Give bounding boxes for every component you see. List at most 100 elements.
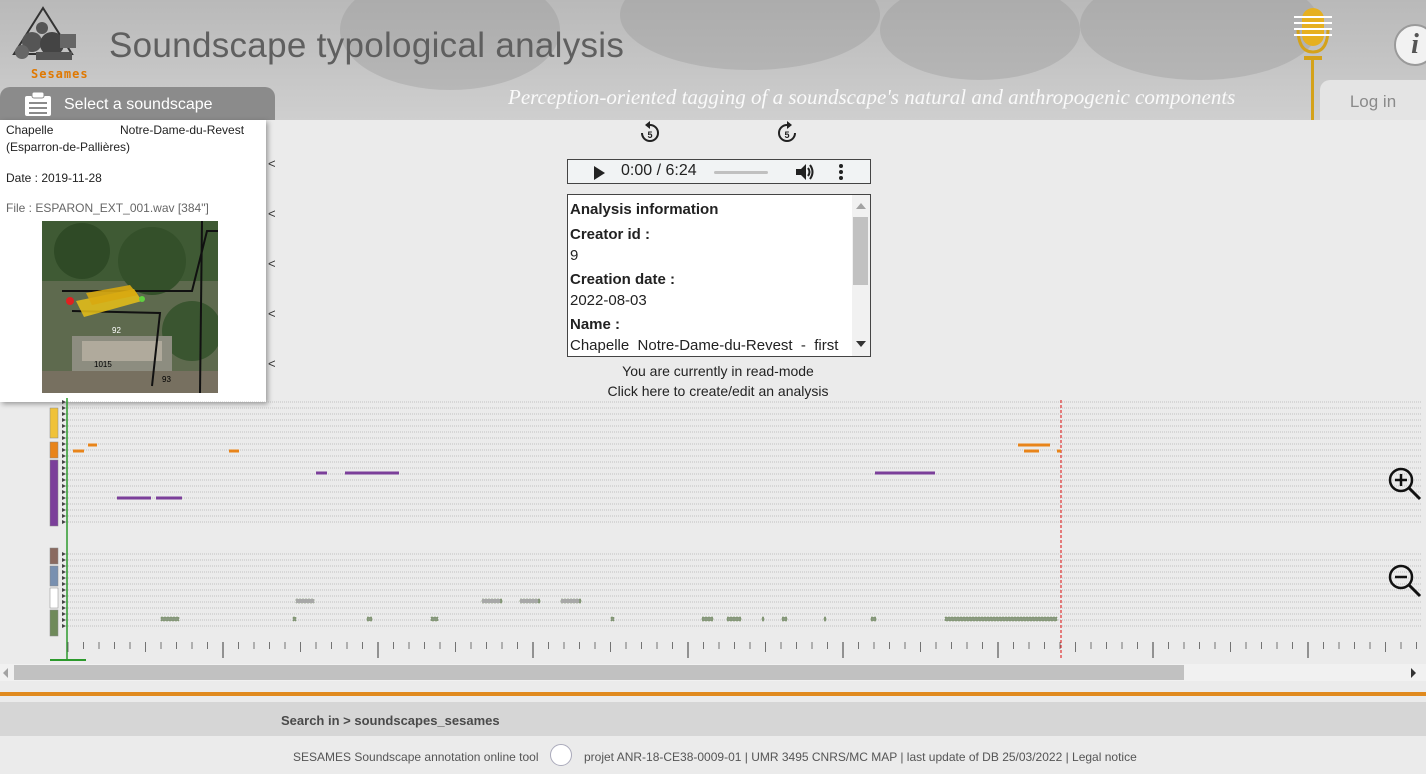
track-arrow-icon bbox=[62, 400, 66, 404]
annotation-segment bbox=[88, 443, 97, 447]
track-arrow-icon bbox=[62, 582, 66, 586]
map-label: 92 bbox=[112, 326, 121, 335]
track-arrow-icon bbox=[62, 552, 66, 556]
scroll-right-icon[interactable] bbox=[1411, 668, 1416, 678]
search-breadcrumb-bar: Search in > soundscapes_sesames bbox=[0, 702, 1426, 736]
track-arrow-icon bbox=[62, 418, 66, 422]
annotation-segment bbox=[1057, 449, 1061, 453]
track-arrow-icon bbox=[62, 406, 66, 410]
annotation-segment bbox=[1024, 449, 1039, 453]
annotation-segment bbox=[292, 616, 297, 622]
background-tree bbox=[1080, 0, 1320, 80]
creator-id-value: 9 bbox=[570, 247, 579, 264]
divider bbox=[0, 692, 1426, 696]
skip-forward-label: 5 bbox=[784, 130, 789, 140]
footer: SESAMES Soundscape annotation online too… bbox=[0, 736, 1426, 774]
annotation-segment bbox=[944, 616, 1058, 622]
edit-analysis-link[interactable]: Click here to create/edit an analysis bbox=[567, 383, 869, 399]
track-arrow-icon bbox=[62, 436, 66, 440]
track-arrow-icon bbox=[62, 430, 66, 434]
track-arrow-icon bbox=[62, 612, 66, 616]
scroll-up-icon[interactable] bbox=[856, 203, 866, 209]
scroll-left-icon[interactable] bbox=[3, 668, 8, 678]
timeline-scrollbar-thumb[interactable] bbox=[14, 665, 1184, 680]
audio-player: 0:00 / 6:24 bbox=[567, 159, 871, 184]
soundscape-file: File : ESPARON_EXT_001.wav [384"] bbox=[6, 201, 209, 215]
map-label: 1015 bbox=[94, 360, 112, 369]
analysis-info-heading: Analysis information bbox=[570, 201, 719, 218]
volume-icon[interactable] bbox=[795, 163, 815, 181]
track-arrow-icon bbox=[62, 594, 66, 598]
select-soundscape-tab[interactable]: Select a soundscape bbox=[0, 87, 275, 120]
search-breadcrumb[interactable]: Search in > soundscapes_sesames bbox=[281, 713, 500, 728]
category-block bbox=[49, 609, 59, 637]
zoom-out-icon[interactable] bbox=[1386, 562, 1422, 598]
track-arrow-icon bbox=[62, 478, 66, 482]
track-arrow-icon bbox=[62, 624, 66, 628]
annotation-segment bbox=[726, 616, 742, 622]
track-arrow-icon bbox=[62, 502, 66, 506]
footer-credits[interactable]: projet ANR-18-CE38-0009-01 | UMR 3495 CN… bbox=[584, 750, 1137, 764]
analysis-info-box[interactable]: Analysis information Creator id : 9 Crea… bbox=[567, 194, 871, 357]
track-arrow-icon bbox=[62, 600, 66, 604]
annotation-segment bbox=[316, 471, 327, 475]
collapse-chevron-icon[interactable]: < bbox=[268, 256, 276, 271]
annotation-segment bbox=[229, 449, 239, 453]
annotation-segment bbox=[366, 616, 373, 622]
skip-forward-5s-icon[interactable]: 5 bbox=[774, 121, 800, 147]
playback-time: 0:00 / 6:24 bbox=[621, 162, 697, 179]
track-arrow-icon bbox=[62, 606, 66, 610]
annotation-segment bbox=[430, 616, 439, 622]
track-arrow-icon bbox=[62, 564, 66, 568]
annotation-segment bbox=[117, 496, 151, 500]
more-options-icon[interactable] bbox=[838, 164, 844, 180]
track-arrow-icon bbox=[62, 448, 66, 452]
creation-date-value: 2022-08-03 bbox=[570, 292, 647, 309]
progress-slider[interactable] bbox=[714, 171, 768, 174]
annotation-segment bbox=[345, 471, 399, 475]
annotation-segment bbox=[870, 616, 877, 622]
info-scrollbar-thumb[interactable] bbox=[853, 217, 868, 285]
annotation-segment bbox=[823, 616, 827, 622]
soundscape-panel: Chapelle Notre-Dame-du-Revest (Esparron-… bbox=[0, 120, 266, 402]
annotation-segment bbox=[520, 599, 538, 603]
track-arrow-icon bbox=[62, 466, 66, 470]
track-arrow-icon bbox=[62, 424, 66, 428]
skip-back-label: 5 bbox=[647, 130, 652, 140]
annotation-segment bbox=[73, 449, 84, 453]
annotation-segment bbox=[296, 599, 314, 603]
category-block bbox=[49, 407, 59, 439]
analysis-name-value: Chapelle Notre-Dame-du-Revest - first bbox=[570, 337, 839, 354]
collapse-chevron-icon[interactable]: < bbox=[268, 356, 276, 371]
play-icon[interactable] bbox=[594, 166, 605, 180]
soundscape-name-part1: Chapelle bbox=[6, 123, 54, 137]
collapse-chevron-icon[interactable]: < bbox=[268, 206, 276, 221]
annotation-timeline[interactable] bbox=[0, 398, 1426, 668]
zoom-in-icon[interactable] bbox=[1386, 465, 1422, 501]
track-arrow-icon bbox=[62, 442, 66, 446]
soundscape-location: (Esparron-de-Pallières) bbox=[6, 140, 131, 154]
login-button[interactable]: Log in bbox=[1320, 80, 1426, 120]
category-block bbox=[49, 587, 59, 609]
timeline-scrollbar[interactable] bbox=[0, 664, 1426, 681]
category-block bbox=[49, 459, 59, 527]
creator-id-label: Creator id : bbox=[570, 226, 651, 243]
track-arrow-icon bbox=[62, 514, 66, 518]
page-subtitle: Perception-oriented tagging of a soundsc… bbox=[508, 85, 1236, 109]
annotation-segment bbox=[1018, 443, 1050, 447]
skip-back-5s-icon[interactable]: 5 bbox=[637, 121, 663, 147]
annotation-segment bbox=[701, 616, 714, 622]
category-block bbox=[49, 565, 59, 587]
collapse-chevron-icon[interactable]: < bbox=[268, 306, 276, 321]
scroll-down-icon[interactable] bbox=[856, 341, 866, 347]
logo-text: Sesames bbox=[31, 67, 89, 81]
track-arrow-icon bbox=[62, 496, 66, 500]
clipboard-icon bbox=[25, 91, 51, 116]
track-arrow-icon bbox=[62, 454, 66, 458]
collapse-chevron-icon[interactable]: < bbox=[268, 156, 276, 171]
aerial-map-image: 92 1015 93 bbox=[42, 221, 218, 393]
annotation-segment bbox=[781, 616, 788, 622]
info-icon[interactable]: i bbox=[1394, 24, 1426, 66]
analysis-name-label: Name : bbox=[570, 316, 621, 333]
soundscape-date: Date : 2019-11-28 bbox=[6, 171, 102, 185]
